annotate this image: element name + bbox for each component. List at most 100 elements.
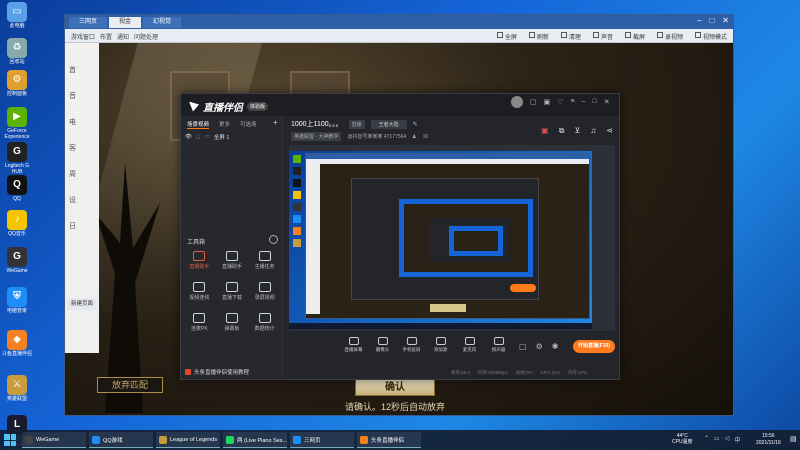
toolbar-button[interactable]: 录视频 [656, 32, 683, 41]
desktop-icon[interactable]: ⚙ 控制面板 [2, 70, 32, 97]
bottom-tool[interactable]: 摄像头 [372, 337, 393, 353]
desktop-icon[interactable]: G Logitech G HUB [2, 142, 32, 175]
tool-item[interactable]: 直播助手 [216, 251, 249, 270]
tool-item[interactable]: 直播下载 [216, 282, 249, 301]
side-nav-item[interactable]: 日 [69, 221, 76, 231]
bottom-tool[interactable]: 扬声器 [488, 337, 509, 353]
side-nav-item[interactable]: 电 [69, 117, 76, 127]
bottom-tool[interactable]: 手机投屏 [401, 337, 422, 353]
eye-icon[interactable]: 👁 [185, 134, 192, 140]
maximize-button[interactable]: □ [709, 16, 714, 25]
scene-tab[interactable]: 场景视频 [187, 120, 210, 129]
close-button[interactable]: ✕ [722, 16, 729, 25]
lock-icon[interactable]: ◻ [196, 134, 201, 140]
gear-icon[interactable]: ✱ [552, 342, 559, 351]
volume-icon[interactable]: ◁ [725, 435, 730, 444]
clock-time[interactable]: 15:56 [756, 433, 781, 440]
desktop-icon[interactable]: ♻ 回收站 [2, 38, 32, 65]
desktop-icon[interactable]: ♪ QQ音乐 [2, 210, 32, 237]
toolbar-button[interactable]: 全屏 [496, 32, 517, 41]
share-icon[interactable]: ⋖ [606, 126, 613, 136]
ime-icon[interactable]: 中 [734, 435, 740, 444]
danmaku-icon [225, 313, 238, 323]
notification-icon[interactable]: ▤ [790, 435, 797, 443]
taskbar-item[interactable]: 三网页 [290, 432, 354, 448]
scene-tab[interactable]: 更多 [219, 120, 230, 129]
desktop-icon[interactable]: ▭ 此电脑 [2, 2, 32, 29]
tool-item[interactable]: 主播任务 [248, 251, 281, 270]
browser-tab[interactable]: 幻视觉 [143, 17, 182, 28]
toolbar-button[interactable]: 截屏 [624, 32, 645, 41]
taskbar-item[interactable]: 两 (Live Piano Ses... [223, 432, 287, 448]
taskbar-item[interactable]: 头条直播伴侣 [357, 432, 421, 448]
message-icon[interactable]: ▢ [530, 98, 537, 108]
tools-collapse-icon[interactable] [269, 235, 278, 244]
edit-icon[interactable]: ✎ [413, 121, 418, 128]
close-button[interactable]: ✕ [604, 98, 610, 108]
tool-item[interactable]: 连麦PK [183, 313, 216, 332]
bottom-tool-label: 手机投屏 [402, 347, 421, 352]
bookmark-link[interactable]: 通知 [117, 32, 129, 41]
record-icon[interactable]: ▢ [519, 342, 527, 351]
tool-item[interactable]: 录屏视频 [248, 282, 281, 301]
toolbar-icon [624, 32, 631, 38]
side-nav-item[interactable]: 音 [69, 91, 76, 101]
bottom-tool[interactable]: 麦克风 [459, 337, 480, 353]
scene-tab[interactable]: 可选场 [240, 120, 257, 129]
bookmark-link[interactable]: 布置 [100, 32, 112, 41]
toolbar-button[interactable]: 清理 [560, 32, 581, 41]
tray-arrow-icon[interactable]: ⌃ [704, 435, 709, 444]
side-nav-item[interactable]: 客 [69, 143, 76, 153]
browser-tab[interactable]: 三网页 [69, 17, 108, 28]
new-page-button[interactable]: 新建页面 [67, 298, 97, 310]
bottom-tool[interactable]: 直播屏幕 [343, 337, 364, 353]
side-nav-item[interactable]: 首 [69, 65, 76, 75]
side-nav-item[interactable]: 周 [69, 169, 76, 179]
maximize-button[interactable]: □ [593, 98, 597, 108]
tool-item[interactable]: 数据统计 [248, 313, 281, 332]
taskbar-item[interactable]: WeGame [22, 432, 86, 448]
add-scene-button[interactable]: + [273, 118, 278, 127]
avatar[interactable] [511, 96, 523, 108]
bottom-tool[interactable]: 添加源 [430, 337, 451, 353]
tutorial-notice[interactable]: 头条直播伴侣使用教程 [185, 368, 249, 376]
gift-icon[interactable]: ▣ [544, 98, 551, 108]
tool-item[interactable]: 直播助手 [183, 251, 216, 270]
gift-box-icon[interactable]: ▣ [541, 126, 549, 136]
bell-icon[interactable]: ♫ [590, 126, 596, 136]
copy-icon[interactable]: ⧉ [559, 126, 565, 136]
minimize-button[interactable]: – [697, 16, 701, 25]
pin-icon[interactable]: ⊻ [574, 126, 580, 136]
toolbar-button[interactable]: 声音 [592, 32, 613, 41]
desktop-icon[interactable]: ⚔ 英雄联盟 [2, 375, 32, 402]
tool-item[interactable]: 视频连线 [183, 282, 216, 301]
confirm-button[interactable]: 确认 [355, 378, 435, 396]
desktop-icon-label: GeForce Experience [4, 128, 30, 140]
minimize-button[interactable]: – [582, 98, 586, 108]
network-icon[interactable]: ▭ [714, 435, 720, 444]
start-button[interactable] [4, 434, 16, 446]
desktop-icon[interactable]: ◆ 斗鱼直播伴侣 [2, 330, 32, 357]
scene-item[interactable]: 👁 ◻ ▭ 全屏 1 [185, 132, 279, 142]
preview-browser [305, 153, 590, 319]
clock-date[interactable]: 2021/11/19 [756, 440, 781, 447]
toolbar-button[interactable]: 视频模式 [694, 32, 727, 41]
menu-icon[interactable]: ≡ [571, 98, 575, 108]
start-live-button[interactable]: 开始直播(F10) [573, 340, 615, 353]
bookmark-link[interactable]: 游戏窗口 [71, 32, 95, 41]
desktop-icon[interactable]: Q QQ [2, 175, 32, 202]
tool-item[interactable]: 弹幕板 [216, 313, 249, 332]
toolbar-button[interactable]: 刷新 [528, 32, 549, 41]
abandon-match-button[interactable]: 放弃匹配 [97, 377, 163, 393]
desktop-icon[interactable]: ▶ GeForce Experience [2, 107, 32, 140]
category-selector[interactable]: 王者大陆 [370, 119, 407, 129]
browser-tab[interactable]: 视金 [109, 17, 142, 28]
taskbar-item[interactable]: QQ游戏 [89, 432, 153, 448]
settings-icon[interactable]: ⚙ [536, 342, 543, 351]
side-nav-item[interactable]: 设 [69, 195, 76, 205]
taskbar-item[interactable]: League of Legends [156, 432, 220, 448]
desktop-icon[interactable]: G WeGame [2, 247, 32, 274]
bookmark-link[interactable]: 问题处理 [134, 32, 158, 41]
heart-icon[interactable]: ♡ [557, 98, 563, 108]
desktop-icon[interactable]: ⛨ 电脑管家 [2, 287, 32, 314]
